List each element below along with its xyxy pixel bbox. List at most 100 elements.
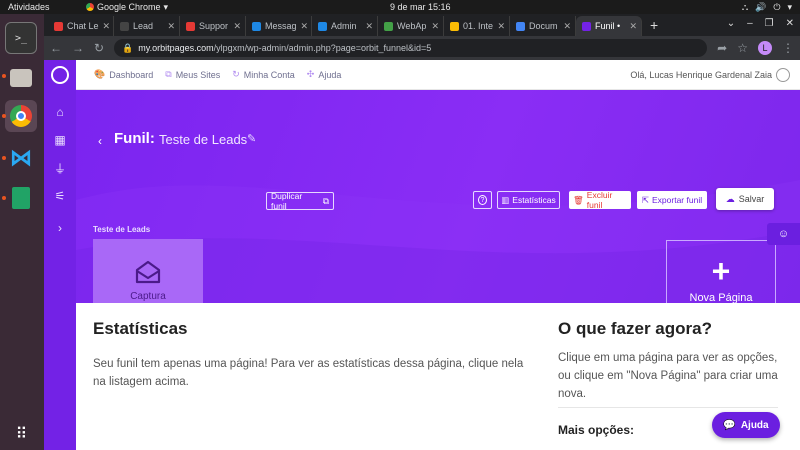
nav-item-minha-conta[interactable]: ↻ Minha Conta — [232, 69, 295, 80]
help-chat-label: Ajuda — [740, 419, 769, 431]
new-tab-button[interactable]: + — [642, 17, 666, 33]
show-apps-button[interactable]: ⠿ — [5, 418, 37, 450]
browser-tab[interactable]: Funil • ✕ — [576, 16, 642, 36]
favicon-icon — [54, 21, 63, 31]
envelope-open-icon — [135, 260, 161, 284]
copy-icon: ⧉ — [322, 195, 329, 206]
export-funnel-button[interactable]: ⇱ Exportar funil — [637, 191, 707, 209]
delete-funnel-button[interactable]: 🗑 Excluir funil — [569, 190, 631, 210]
close-icon[interactable]: ✕ — [786, 18, 794, 29]
tab-label: Lead — [133, 21, 154, 31]
bookmark-star-icon[interactable]: ☆ — [737, 41, 748, 55]
account-icon: ↻ — [232, 69, 240, 79]
feedback-tab[interactable]: ☺ — [767, 223, 800, 245]
favicon-icon — [582, 21, 591, 31]
running-indicator — [2, 156, 6, 160]
activities-button[interactable]: Atividades — [8, 2, 50, 12]
close-tab-icon[interactable]: ✕ — [233, 21, 241, 32]
duplicate-funnel-button[interactable]: Duplicar funil ⧉ — [266, 191, 334, 211]
user-greeting[interactable]: Olá, Lucas Henrique Gardenal Zaia — [630, 70, 772, 80]
browser-tab[interactable]: Chat Le ✕ — [48, 16, 114, 36]
settings-sliders-icon[interactable]: ⚟ — [52, 188, 68, 204]
spreadsheet-app[interactable] — [5, 182, 37, 214]
minimize-icon[interactable]: – — [747, 18, 753, 29]
tab-label: WebAp — [397, 21, 427, 31]
vscode-icon: ⋈ — [10, 145, 32, 170]
files-app[interactable] — [5, 62, 37, 94]
trash-icon: 🗑 — [573, 194, 584, 205]
profile-avatar[interactable]: L — [758, 41, 772, 55]
funnel-name[interactable]: Teste de Leads — [159, 132, 247, 147]
home-icon[interactable]: ⌂ — [52, 104, 68, 120]
browser-tab[interactable]: WebAp ✕ — [378, 16, 444, 36]
chrome-app[interactable] — [5, 100, 37, 132]
nav-item-dashboard[interactable]: 🎨 Dashboard — [94, 69, 153, 80]
browser-tab[interactable]: Docum ✕ — [510, 16, 576, 36]
help-button[interactable]: ? — [473, 191, 492, 209]
browser-tab[interactable]: Lead ✕ — [114, 16, 180, 36]
browser-tab[interactable]: Suppor ✕ — [180, 16, 246, 36]
url-host: my.orbitpages.com — [138, 43, 214, 53]
forward-icon[interactable]: → — [72, 41, 84, 55]
close-tab-icon[interactable]: ✕ — [167, 21, 175, 32]
save-button[interactable]: ☁ Salvar — [716, 188, 774, 210]
tab-search-icon[interactable]: ⌄ — [727, 18, 735, 29]
browser-tab[interactable]: Admin ✕ — [312, 16, 378, 36]
nav-item-label: Ajuda — [318, 69, 342, 80]
back-icon[interactable]: ← — [50, 41, 62, 55]
close-tab-icon[interactable]: ✕ — [301, 21, 309, 32]
funnel-content: Estatísticas Seu funil tem apenas uma pá… — [76, 303, 800, 450]
app-menu[interactable]: Google Chrome ▾ — [86, 2, 168, 13]
app-sidebar: ⌂ ▦ ⏚ ⚟ › — [44, 60, 76, 450]
url-field[interactable]: 🔒 my.orbitpages.com/ylpgxm/wp-admin/admi… — [114, 39, 708, 57]
close-tab-icon[interactable]: ✕ — [563, 21, 571, 32]
statistics-text: Seu funil tem apenas uma página! Para ve… — [93, 358, 524, 388]
share-icon[interactable]: ➦ — [717, 41, 727, 55]
palette-icon: 🎨 — [94, 69, 106, 79]
favicon-icon — [516, 21, 525, 31]
expand-chevron-icon[interactable]: › — [52, 220, 68, 236]
close-tab-icon[interactable]: ✕ — [431, 21, 439, 32]
edit-pencil-icon[interactable]: ✎ — [247, 132, 256, 145]
browser-tab[interactable]: 01. Inte ✕ — [444, 16, 510, 36]
delete-funnel-label: Excluir funil — [586, 190, 613, 210]
terminal-app[interactable]: >_ — [5, 22, 37, 54]
chat-bubble-icon: 💬 — [723, 419, 736, 431]
close-tab-icon[interactable]: ✕ — [629, 21, 637, 32]
system-tray[interactable]: ⛬ 🔊 ⏻ ▾ — [742, 2, 792, 13]
statistics-button[interactable]: ▥ Estatísticas — [497, 191, 560, 209]
terminal-icon: >_ — [14, 32, 28, 44]
funnel-section-label: Teste de Leads — [93, 225, 151, 234]
maximize-icon[interactable]: ❐ — [765, 18, 774, 29]
tab-label: Admin — [331, 21, 357, 31]
user-avatar-icon[interactable] — [776, 67, 790, 82]
orbit-logo-icon[interactable] — [51, 66, 69, 84]
back-chevron-icon[interactable]: ‹ — [98, 134, 102, 148]
chevron-down-icon: ▾ — [163, 1, 169, 12]
export-funnel-label: Exportar funil — [652, 195, 703, 205]
close-tab-icon[interactable]: ✕ — [497, 21, 505, 32]
nav-item-meus-sites[interactable]: ⧉ Meus Sites — [165, 69, 220, 80]
tab-label: Suppor — [199, 21, 229, 31]
plugin-icon[interactable]: ⏚ — [52, 160, 68, 176]
browser-tab[interactable]: Messag ✕ — [246, 16, 312, 36]
close-tab-icon[interactable]: ✕ — [103, 21, 111, 32]
pages-icon[interactable]: ▦ — [52, 132, 68, 148]
lock-icon: 🔒 — [122, 42, 134, 53]
nav-item-ajuda[interactable]: ✣ Ajuda — [307, 69, 342, 80]
vscode-app[interactable]: ⋈ — [5, 142, 37, 174]
folder-icon — [10, 69, 32, 87]
help-chat-button[interactable]: 💬 Ajuda — [712, 412, 780, 438]
chevron-down-icon: ▾ — [787, 1, 792, 12]
more-menu-icon[interactable]: ⋮ — [782, 41, 794, 55]
top-nav: 🎨 Dashboard ⧉ Meus Sites ↻ Minha Conta ✣ Ajuda O… — [76, 60, 800, 90]
power-icon: ⏻ — [773, 1, 781, 12]
dock: >_ ⋈ ⠿ — [0, 14, 44, 450]
clock[interactable]: 9 de mar 15:16 — [390, 2, 451, 12]
reload-icon[interactable]: ↻ — [94, 41, 104, 55]
close-tab-icon[interactable]: ✕ — [365, 21, 373, 32]
system-top-bar: Atividades Google Chrome ▾ 9 de mar 15:1… — [0, 0, 800, 14]
window-controls: ⌄ – ❐ ✕ — [727, 18, 794, 29]
new-page-card[interactable]: + Nova Página — [666, 240, 776, 303]
page-card-captura[interactable]: Captura — [93, 239, 203, 303]
